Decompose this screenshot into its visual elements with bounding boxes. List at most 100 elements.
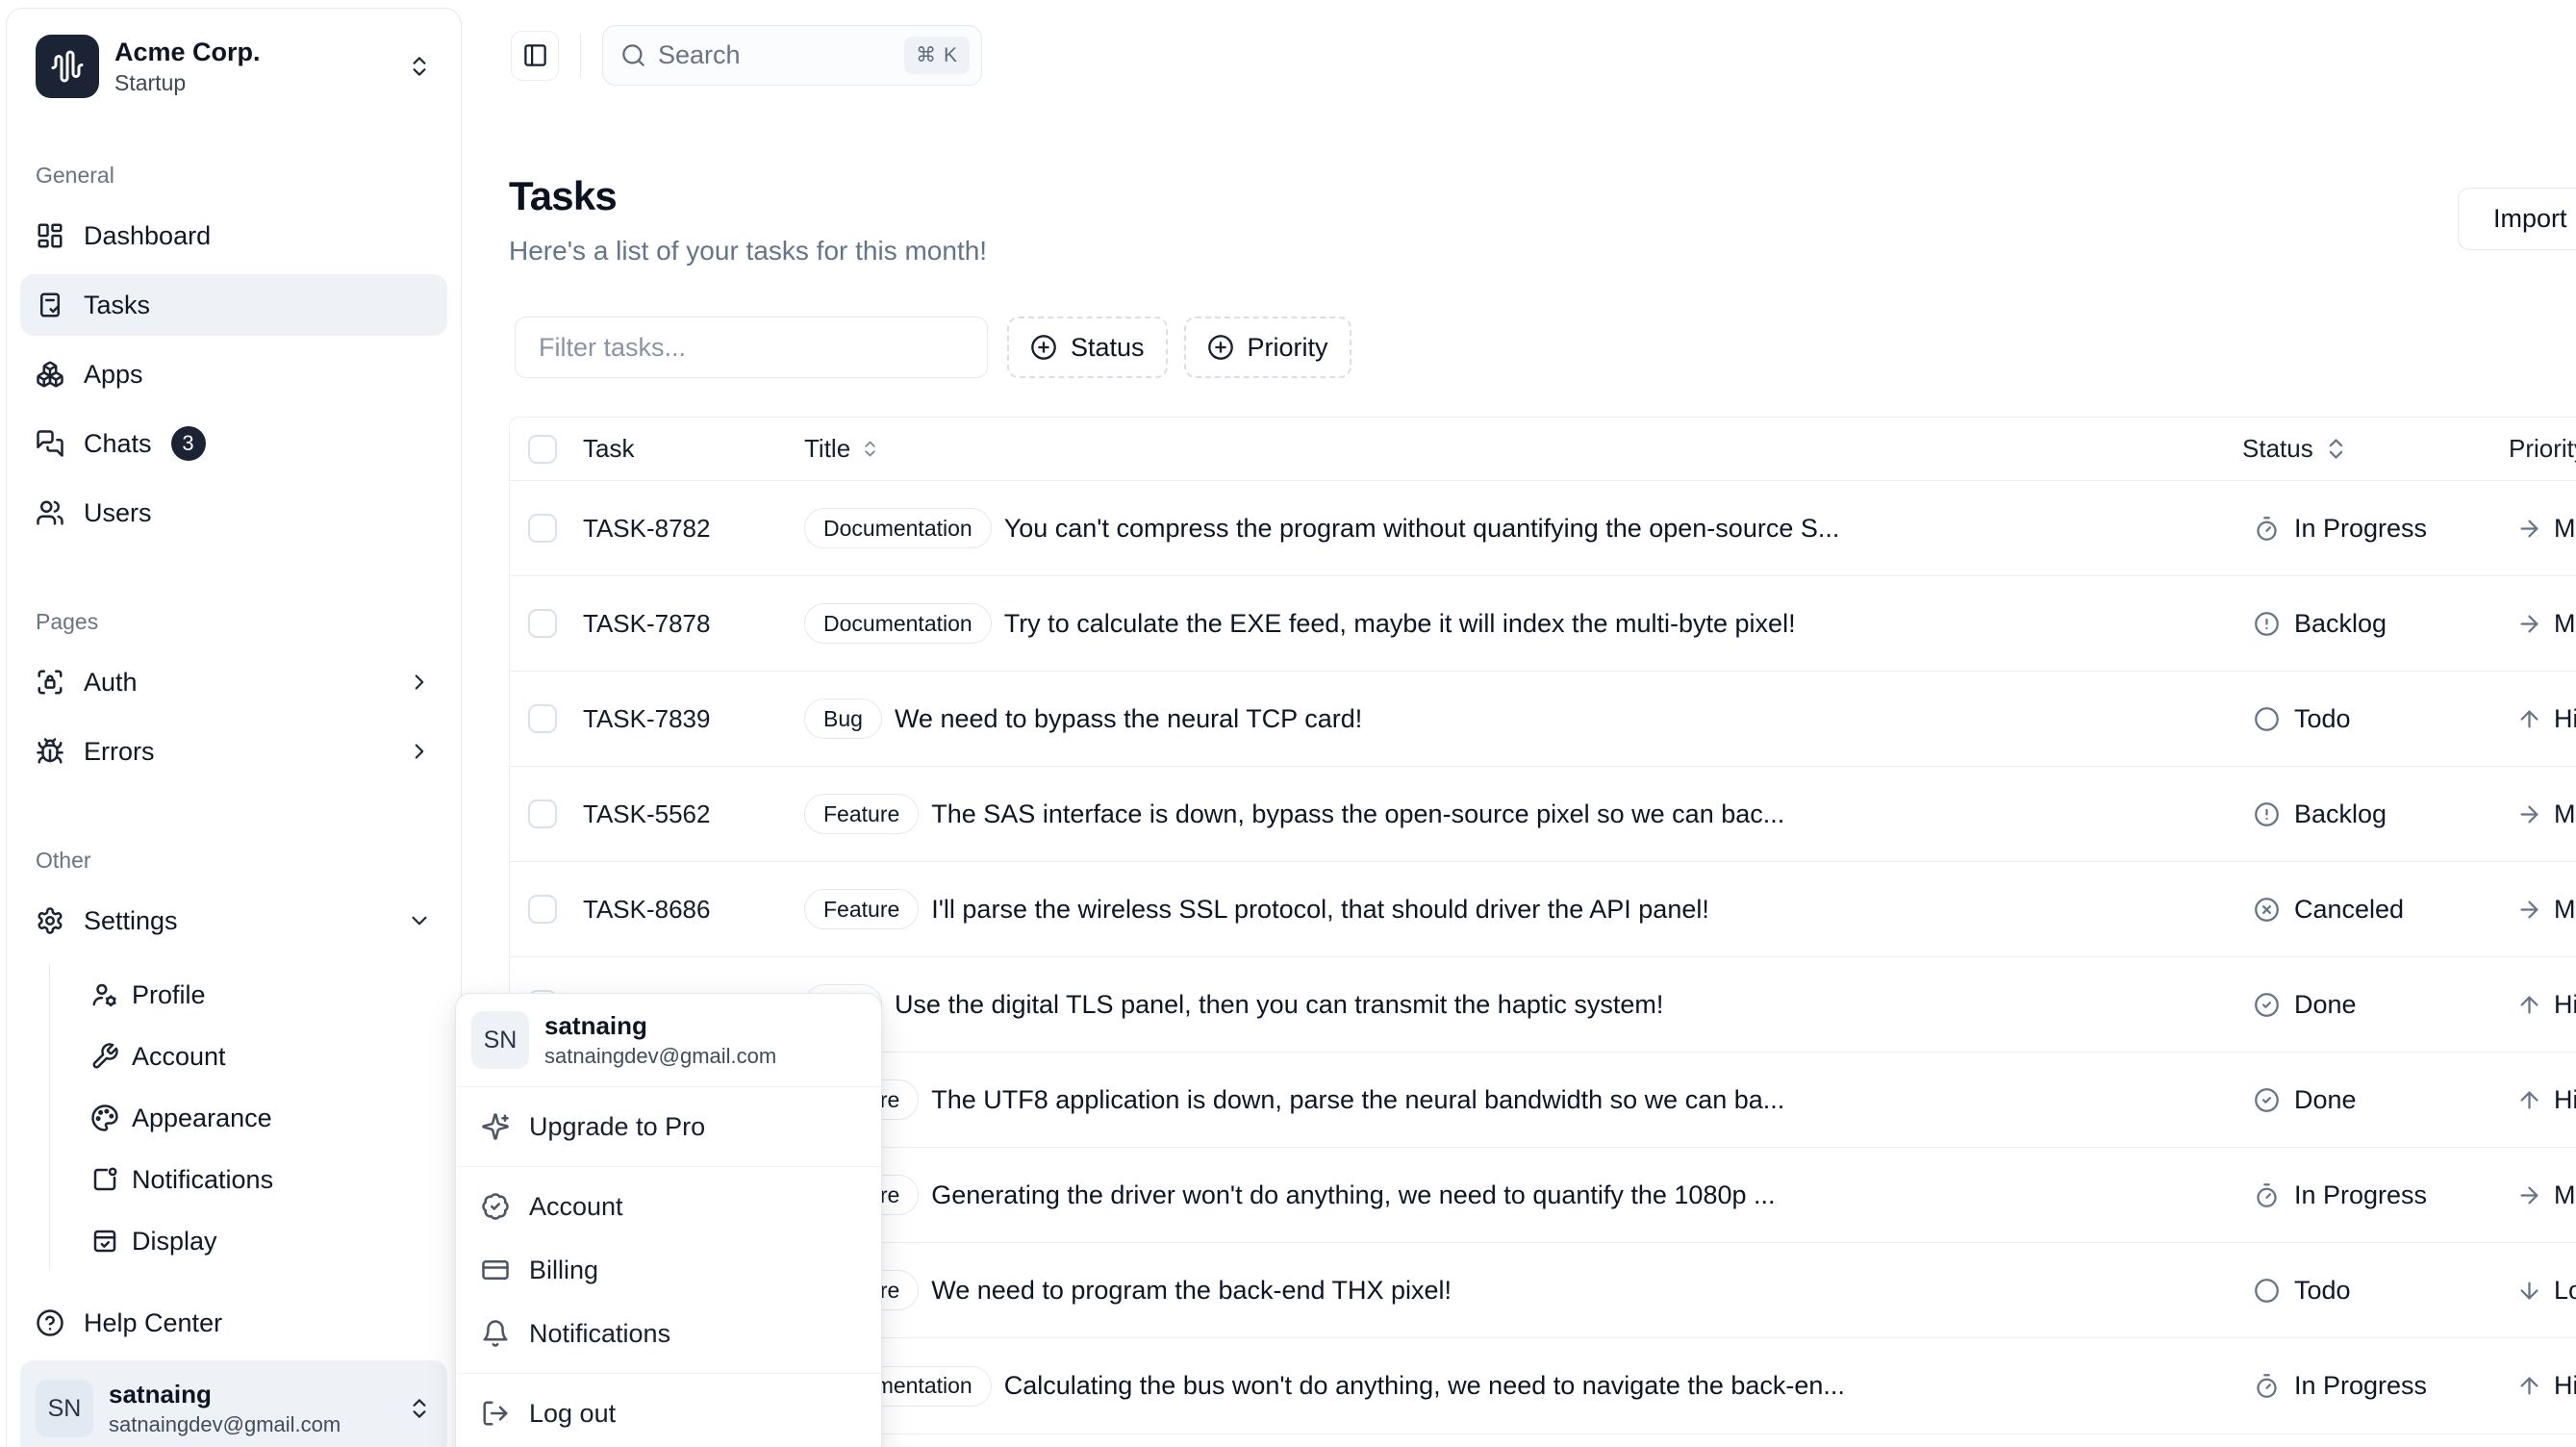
sidebar: Acme Corp. Startup GeneralDashboardTasks…: [6, 8, 462, 1447]
task-title: I'll parse the wireless SSL protocol, th…: [931, 895, 1709, 925]
search-button[interactable]: Search ⌘ K: [602, 25, 982, 86]
task-title: The UTF8 application is down, parse the …: [931, 1085, 1784, 1115]
scan-lock-icon: [36, 668, 64, 697]
sidebar-item-errors[interactable]: Errors: [20, 721, 447, 782]
status-label: In Progress: [2294, 1180, 2427, 1210]
alert-circle-icon: [2254, 611, 2280, 637]
menu-item-billing[interactable]: Billing: [464, 1238, 873, 1302]
settings-icon: [36, 906, 64, 935]
alert-circle-icon: [2254, 801, 2280, 827]
sidebar-item-label: Errors: [84, 737, 155, 767]
sidebar-item-users[interactable]: Users: [20, 482, 447, 544]
priority-label: High: [2554, 1371, 2576, 1401]
task-priority: High: [2505, 1085, 2576, 1115]
menu-item-label: Account: [529, 1192, 623, 1222]
task-priority: High: [2505, 990, 2576, 1020]
task-id: TASK-8782: [583, 514, 801, 544]
sidebar-item-settings[interactable]: Settings: [20, 890, 447, 952]
sidebar-sub-list: ProfileAccount Appearance Notifications Dis…: [49, 965, 447, 1271]
timer-icon: [2254, 1373, 2280, 1399]
table-header-row: TaskTitleStatusPriority: [510, 418, 2576, 481]
sidebar-item-chats[interactable]: Chats3: [20, 413, 447, 474]
search-icon: [620, 42, 646, 68]
table-row[interactable]: TASK-7839BugWe need to bypass the neural…: [510, 672, 2576, 767]
task-label-badge: Documentation: [804, 508, 992, 548]
chevrons-up-down-icon: [860, 439, 880, 459]
chevrons-up-down-icon: [2323, 436, 2349, 462]
user-name: satnaing: [544, 1011, 776, 1041]
sidebar-item-dashboard[interactable]: Dashboard: [20, 205, 447, 267]
row-checkbox[interactable]: [528, 800, 557, 828]
row-checkbox[interactable]: [528, 895, 557, 924]
panel-left-icon: [522, 42, 548, 68]
priority-filter-button[interactable]: Priority: [1184, 317, 1351, 378]
shortcut-badge: ⌘ K: [904, 37, 970, 74]
priority-label: Medium: [2554, 895, 2576, 925]
sidebar-item-apps[interactable]: Apps: [20, 343, 447, 405]
task-title: We need to program the back-end THX pixe…: [931, 1276, 1452, 1306]
select-all-checkbox[interactable]: [528, 435, 557, 464]
circle-help-icon: [36, 1308, 64, 1337]
task-priority: Low: [2505, 1276, 2576, 1306]
column-header-title[interactable]: Title: [804, 434, 880, 464]
task-id: TASK-7878: [583, 609, 801, 639]
sidebar-item-profile[interactable]: Profile: [50, 967, 447, 1023]
task-label-badge: Documentation: [804, 603, 992, 644]
workspace-switcher[interactable]: Acme Corp. Startup: [36, 34, 445, 99]
task-priority: High: [2505, 1371, 2576, 1401]
sidebar-item-label: Help Center: [84, 1308, 222, 1338]
sidebar-item-label: Appearance: [132, 1104, 272, 1133]
window-check-icon: [90, 1227, 119, 1256]
menu-item-upgrade-to-pro[interactable]: Upgrade to Pro: [464, 1095, 873, 1158]
priority-label: Low: [2554, 1276, 2576, 1306]
sidebar-item-label: Apps: [84, 360, 143, 390]
row-checkbox[interactable]: [528, 609, 557, 638]
arrow-right-icon: [2516, 516, 2542, 542]
circle-icon: [2254, 706, 2280, 732]
bug-icon: [36, 737, 64, 766]
sidebar-item-account[interactable]: Account: [50, 1028, 447, 1084]
filter-input[interactable]: [515, 317, 988, 378]
row-checkbox[interactable]: [528, 704, 557, 733]
sidebar-item-notifications[interactable]: Notifications: [50, 1152, 447, 1207]
table-row[interactable]: TASK-7878DocumentationTry to calculate t…: [510, 576, 2576, 672]
row-checkbox[interactable]: [528, 514, 557, 543]
sidebar-user-button[interactable]: SN satnaing satnaingdev@gmail.com: [20, 1360, 447, 1447]
sidebar-item-auth[interactable]: Auth: [20, 651, 447, 713]
chevron-down-icon: [407, 908, 432, 933]
sparkles-icon: [481, 1112, 510, 1141]
table-row[interactable]: TASK-8686FeatureI'll parse the wireless …: [510, 862, 2576, 957]
sidebar-item-appearance[interactable]: Appearance: [50, 1090, 447, 1146]
table-row[interactable]: TASK-5562FeatureThe SAS interface is dow…: [510, 767, 2576, 862]
menu-item-label: Upgrade to Pro: [529, 1112, 705, 1142]
priority-label: High: [2554, 1085, 2576, 1115]
wrench-icon: [90, 1042, 119, 1071]
sidebar-item-display[interactable]: Display: [50, 1213, 447, 1269]
users-icon: [36, 498, 64, 527]
status-label: Backlog: [2294, 800, 2387, 829]
table-row[interactable]: TASK-8782DocumentationYou can't compress…: [510, 481, 2576, 576]
import-button[interactable]: Import: [2458, 188, 2576, 250]
menu-item-account[interactable]: Account: [464, 1175, 873, 1238]
priority-label: Medium: [2554, 1180, 2576, 1210]
sidebar-item-label: Chats: [84, 429, 152, 459]
menu-item-notifications[interactable]: Notifications: [464, 1302, 873, 1365]
task-status: In Progress: [2240, 1371, 2505, 1401]
column-header-label: Status: [2242, 434, 2313, 464]
column-header-label: Priority: [2509, 434, 2576, 464]
column-header-priority[interactable]: Priority: [2509, 434, 2576, 464]
sidebar-item-help-center[interactable]: Help Center: [20, 1292, 447, 1354]
workspace-name: Acme Corp.: [114, 38, 261, 67]
status-filter-button[interactable]: Status: [1007, 317, 1168, 378]
column-header-status[interactable]: Status: [2242, 434, 2349, 464]
workspace-plan: Startup: [114, 70, 261, 96]
menu-item-log-out[interactable]: Log out: [464, 1382, 873, 1445]
circle-plus-icon: [1030, 334, 1057, 361]
task-title: Calculating the bus won't do anything, w…: [1004, 1371, 1845, 1401]
task-status: In Progress: [2240, 1180, 2505, 1210]
arrow-down-icon: [2516, 1278, 2542, 1304]
user-cog-icon: [90, 980, 119, 1009]
sidebar-toggle-button[interactable]: [511, 31, 559, 81]
sidebar-item-label: Notifications: [132, 1165, 273, 1195]
sidebar-item-tasks[interactable]: Tasks: [20, 274, 447, 336]
